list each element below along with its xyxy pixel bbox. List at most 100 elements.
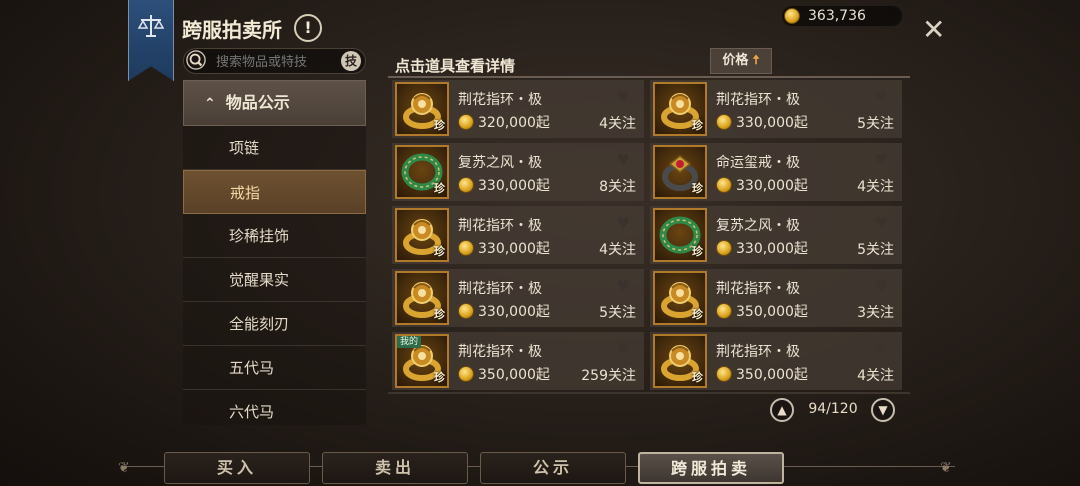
tab-public[interactable]: 公示	[480, 452, 626, 484]
heart-icon[interactable]: ♥	[875, 151, 888, 169]
item-thumbnail[interactable]: 珍	[653, 208, 707, 262]
gold-coin-icon	[458, 303, 474, 319]
search-box[interactable]: 技	[183, 48, 366, 74]
skill-filter-button[interactable]: 技	[341, 51, 361, 71]
gold-coin-icon	[716, 114, 732, 130]
arrow-up-icon: 🠅	[752, 53, 760, 68]
gold-coin-icon	[716, 303, 732, 319]
item-name: 荆花指环・极	[716, 92, 800, 108]
item-card[interactable]: 珍复苏之风・极 330,000起 ♥ 5关注	[650, 206, 902, 264]
rare-badge: 珍	[692, 308, 703, 321]
sidebar-item-ring[interactable]: 戒指	[183, 170, 366, 214]
item-card[interactable]: 珍荆花指环・极 330,000起 ♥ 5关注	[392, 269, 644, 327]
item-thumbnail[interactable]: 珍	[395, 145, 449, 199]
heart-icon[interactable]: ♥	[875, 340, 888, 358]
item-price-value: 350,000起	[736, 304, 808, 320]
item-card[interactable]: 我的珍荆花指环・极 350,000起 ♥ 259关注	[392, 332, 644, 390]
rare-badge: 珍	[434, 245, 445, 258]
page-down-button[interactable]: ▼	[871, 398, 895, 422]
gold-coin-icon	[458, 366, 474, 382]
watcher-count: 4关注	[599, 242, 636, 258]
watcher-count: 5关注	[857, 242, 894, 258]
page-up-button[interactable]: ▲	[770, 398, 794, 422]
item-thumbnail[interactable]: 珍	[653, 334, 707, 388]
gold-coin-icon	[716, 240, 732, 256]
item-price-value: 330,000起	[736, 115, 808, 131]
heart-icon[interactable]: ♥	[617, 214, 630, 232]
gold-coin-icon	[784, 8, 800, 24]
rare-badge: 珍	[692, 119, 703, 132]
sort-by-price-button[interactable]: 价格 🠅	[710, 48, 772, 74]
gold-balance: 363,736	[782, 6, 902, 26]
item-grid: 珍荆花指环・极 320,000起 ♥ 4关注珍荆花指环・极 330,000起 ♥ 5关注珍复…	[392, 80, 906, 392]
rare-badge: 珍	[434, 182, 445, 195]
divider	[388, 76, 910, 78]
item-name: 复苏之风・极	[458, 155, 542, 171]
pager: ▲ 94/120 ▼	[770, 398, 895, 422]
item-card[interactable]: 珍荆花指环・极 320,000起 ♥ 4关注	[392, 80, 644, 138]
item-price: 350,000起	[716, 301, 808, 321]
sidebar-item-rare-pendant[interactable]: 珍稀挂饰	[183, 214, 366, 258]
sidebar-item-gen5-horse[interactable]: 五代马	[183, 346, 366, 390]
tab-cross-server-auction[interactable]: 跨服拍卖	[638, 452, 784, 484]
heart-icon[interactable]: ♥	[875, 88, 888, 106]
heart-icon[interactable]: ♥	[875, 214, 888, 232]
item-card[interactable]: 珍复苏之风・极 330,000起 ♥ 8关注	[392, 143, 644, 201]
sort-label: 价格	[722, 53, 749, 68]
item-price: 330,000起	[458, 301, 550, 321]
rare-badge: 珍	[434, 119, 445, 132]
rare-badge: 珍	[434, 308, 445, 321]
tab-sell[interactable]: 卖出	[322, 452, 468, 484]
item-thumbnail[interactable]: 珍	[653, 145, 707, 199]
item-price-value: 330,000起	[478, 304, 550, 320]
item-thumbnail[interactable]: 珍	[395, 82, 449, 136]
item-card[interactable]: 珍荆花指环・极 330,000起 ♥ 5关注	[650, 80, 902, 138]
item-card[interactable]: 珍命运玺戒・极 330,000起 ♥ 4关注	[650, 143, 902, 201]
item-thumbnail[interactable]: 珍	[395, 208, 449, 262]
item-thumbnail[interactable]: 珍	[653, 82, 707, 136]
sidebar-item-necklace[interactable]: 项链	[183, 126, 366, 170]
item-name: 复苏之风・极	[716, 218, 800, 234]
scales-icon	[137, 15, 165, 37]
gold-coin-icon	[716, 177, 732, 193]
item-card[interactable]: 珍荆花指环・极 350,000起 ♥ 4关注	[650, 332, 902, 390]
heart-icon[interactable]: ♥	[617, 340, 630, 358]
sidebar-item-awakening-fruit[interactable]: 觉醒果实	[183, 258, 366, 302]
item-card[interactable]: 珍荆花指环・极 330,000起 ♥ 4关注	[392, 206, 644, 264]
chevron-up-icon: ⌃	[204, 96, 216, 112]
auction-banner-emblem	[128, 0, 174, 81]
item-price-value: 350,000起	[736, 367, 808, 383]
item-price: 330,000起	[716, 238, 808, 258]
heart-icon[interactable]: ♥	[617, 151, 630, 169]
item-thumbnail[interactable]: 珍	[395, 271, 449, 325]
page-indicator: 94/120	[808, 401, 858, 417]
gold-amount: 363,736	[808, 8, 866, 24]
heart-icon[interactable]: ♥	[617, 277, 630, 295]
item-thumbnail[interactable]: 我的珍	[395, 334, 449, 388]
ornament-right-icon: ❦	[940, 460, 952, 476]
rare-badge: 珍	[692, 182, 703, 195]
watcher-count: 3关注	[857, 305, 894, 321]
item-price-value: 330,000起	[478, 178, 550, 194]
item-price: 330,000起	[458, 238, 550, 258]
item-price: 330,000起	[458, 175, 550, 195]
gold-coin-icon	[716, 366, 732, 382]
item-card[interactable]: 珍荆花指环・极 350,000起 ♥ 3关注	[650, 269, 902, 327]
tab-buy[interactable]: 买入	[164, 452, 310, 484]
search-input[interactable]	[214, 52, 328, 72]
sidebar-item-gen6-horse[interactable]: 六代马	[183, 390, 366, 425]
watcher-count: 4关注	[857, 368, 894, 384]
category-header[interactable]: ⌃ 物品公示	[183, 80, 366, 126]
watcher-count: 259关注	[581, 368, 636, 384]
sidebar-item-universal-blade[interactable]: 全能刻刃	[183, 302, 366, 346]
close-icon[interactable]: ✕	[922, 16, 945, 44]
heart-icon[interactable]: ♥	[617, 88, 630, 106]
item-thumbnail[interactable]: 珍	[653, 271, 707, 325]
item-price-value: 330,000起	[736, 178, 808, 194]
divider	[388, 392, 910, 394]
info-icon[interactable]: !	[294, 14, 322, 42]
heart-icon[interactable]: ♥	[875, 277, 888, 295]
category-sidebar: ⌃ 物品公示 项链 戒指 珍稀挂饰 觉醒果实 全能刻刃 五代马 六代马	[183, 80, 366, 425]
search-icon	[186, 50, 206, 70]
watcher-count: 5关注	[599, 305, 636, 321]
